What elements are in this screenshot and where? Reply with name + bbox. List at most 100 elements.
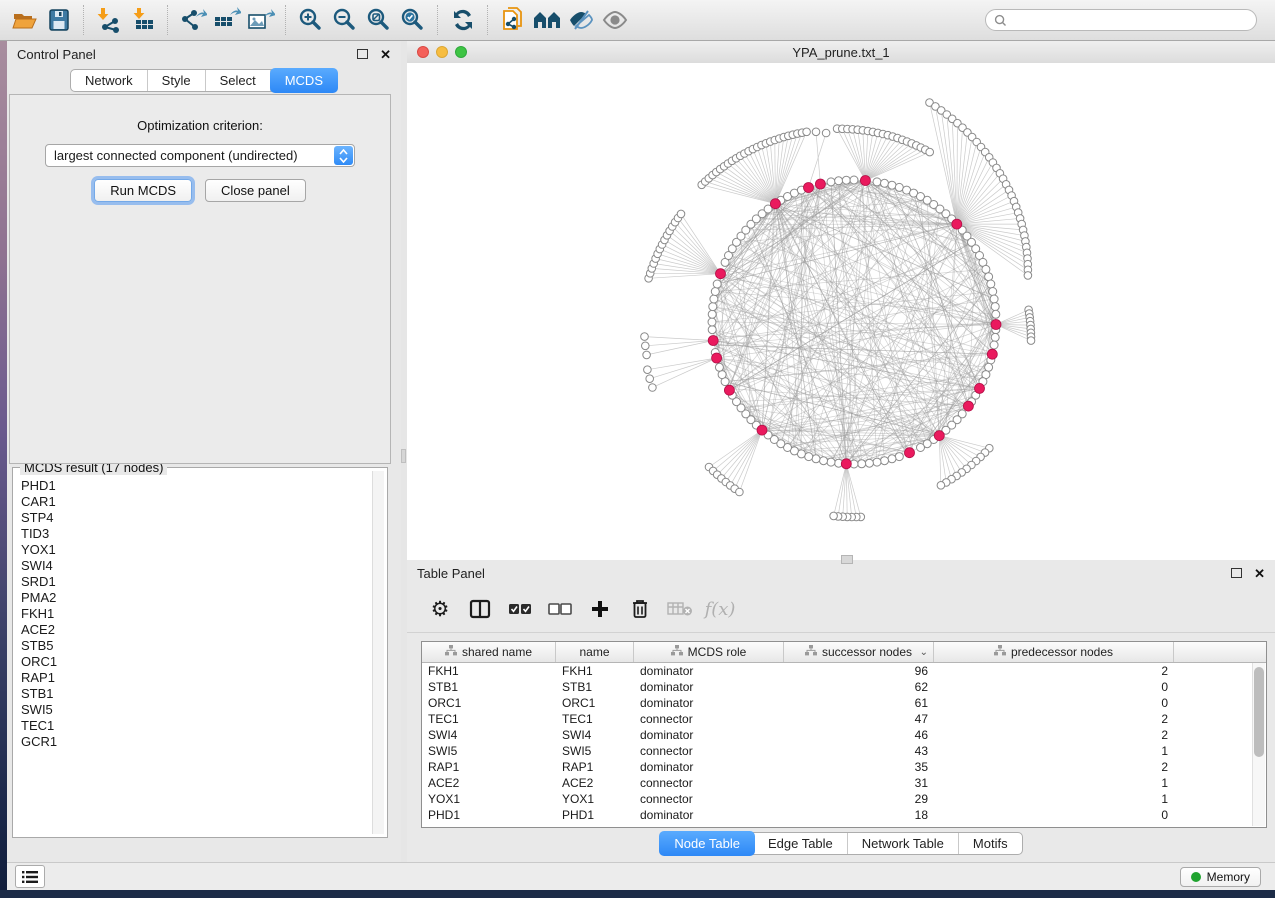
graph-dominator-node[interactable] [934, 431, 944, 441]
graph-node[interactable] [881, 457, 889, 465]
mcds-result-item[interactable]: STB5 [21, 638, 366, 654]
graph-node[interactable] [991, 333, 999, 341]
cell-successor_nodes[interactable]: 46 [784, 728, 934, 742]
graph-dominator-node[interactable] [724, 385, 734, 395]
graph-node[interactable] [644, 366, 652, 374]
close-panel-button[interactable]: Close panel [205, 179, 306, 202]
cell-name[interactable]: PHD1 [556, 808, 634, 822]
mcds-result-item[interactable]: PMA2 [21, 590, 366, 606]
close-window-icon[interactable] [417, 46, 429, 58]
table-row[interactable]: TEC1TEC1connector472 [422, 711, 1266, 727]
graph-node[interactable] [990, 341, 998, 349]
graph-node[interactable] [646, 375, 654, 383]
cell-successor_nodes[interactable]: 61 [784, 696, 934, 710]
cell-mcds_role[interactable]: dominator [634, 808, 784, 822]
graph-dominator-node[interactable] [987, 349, 997, 359]
graph-node[interactable] [708, 310, 716, 318]
cell-shared_name[interactable]: STB1 [422, 680, 556, 694]
export-network-icon[interactable] [176, 4, 210, 36]
column-header-name[interactable]: name [556, 642, 634, 662]
table-row[interactable]: ORC1ORC1dominator610 [422, 695, 1266, 711]
import-table-icon[interactable] [126, 4, 160, 36]
cell-shared_name[interactable]: RAP1 [422, 760, 556, 774]
mcds-result-item[interactable]: YOX1 [21, 542, 366, 558]
cell-name[interactable]: STB1 [556, 680, 634, 694]
tab-node-table[interactable]: Node Table [659, 831, 755, 856]
mcds-result-list[interactable]: PHD1CAR1STP4TID3YOX1SWI4SRD1PMA2FKH1ACE2… [17, 476, 370, 833]
graph-dominator-node[interactable] [757, 425, 767, 435]
graph-dominator-node[interactable] [991, 320, 1001, 330]
select-all-icon[interactable] [505, 594, 535, 624]
cell-mcds_role[interactable]: connector [634, 792, 784, 806]
mcds-result-item[interactable]: SWI4 [21, 558, 366, 574]
mcds-result-item[interactable]: FKH1 [21, 606, 366, 622]
table-scrollbar[interactable] [1252, 663, 1265, 826]
cell-name[interactable]: ACE2 [556, 776, 634, 790]
tab-mcds[interactable]: MCDS [270, 68, 338, 93]
cell-shared_name[interactable]: YOX1 [422, 792, 556, 806]
graph-dominator-node[interactable] [841, 459, 851, 469]
cell-shared_name[interactable]: SWI5 [422, 744, 556, 758]
column-header-successor-nodes[interactable]: successor nodes⌄ [784, 642, 934, 662]
float-panel-icon[interactable] [1231, 568, 1242, 578]
table-row[interactable]: SWI4SWI4dominator462 [422, 727, 1266, 743]
graph-node[interactable] [641, 333, 649, 341]
close-panel-icon[interactable]: ✕ [1254, 567, 1265, 580]
export-table-icon[interactable] [210, 4, 244, 36]
table-row[interactable]: PHD1PHD1dominator180 [422, 807, 1266, 823]
cell-successor_nodes[interactable]: 29 [784, 792, 934, 806]
cell-name[interactable]: YOX1 [556, 792, 634, 806]
graph-node[interactable] [649, 384, 657, 392]
table-row[interactable]: SWI5SWI5connector431 [422, 743, 1266, 759]
graph-node[interactable] [1024, 272, 1032, 280]
cell-predecessor_nodes[interactable]: 2 [934, 664, 1174, 678]
column-header-MCDS-role[interactable]: MCDS role [634, 642, 784, 662]
cell-name[interactable]: SWI5 [556, 744, 634, 758]
mcds-result-item[interactable]: GCR1 [21, 734, 366, 750]
cell-predecessor_nodes[interactable]: 2 [934, 760, 1174, 774]
mcds-result-item[interactable]: STP4 [21, 510, 366, 526]
table-scrollbar-thumb[interactable] [1254, 667, 1264, 757]
graph-node[interactable] [987, 280, 995, 288]
zoom-out-icon[interactable] [328, 4, 362, 36]
save-session-icon[interactable] [42, 4, 76, 36]
graph-node[interactable] [822, 129, 830, 137]
cell-mcds_role[interactable]: connector [634, 744, 784, 758]
graph-node[interactable] [990, 295, 998, 303]
graph-node[interactable] [992, 310, 1000, 318]
cell-shared_name[interactable]: PHD1 [422, 808, 556, 822]
cell-mcds_role[interactable]: connector [634, 776, 784, 790]
cell-shared_name[interactable]: SWI4 [422, 728, 556, 742]
graph-dominator-node[interactable] [712, 353, 722, 363]
graph-node[interactable] [830, 512, 838, 520]
graph-node[interactable] [803, 128, 811, 136]
graph-node[interactable] [873, 178, 881, 186]
graph-dominator-node[interactable] [716, 269, 726, 279]
cell-name[interactable]: ORC1 [556, 696, 634, 710]
cell-mcds_role[interactable]: connector [634, 712, 784, 726]
zoom-fit-icon[interactable] [362, 4, 396, 36]
graph-node[interactable] [858, 460, 866, 468]
close-panel-icon[interactable]: ✕ [380, 48, 391, 61]
delete-column-icon[interactable] [625, 594, 655, 624]
zoom-in-icon[interactable] [294, 4, 328, 36]
tab-select[interactable]: Select [206, 70, 271, 91]
column-header-predecessor-nodes[interactable]: predecessor nodes [934, 642, 1174, 662]
graph-dominator-node[interactable] [815, 179, 825, 189]
graph-node[interactable] [812, 128, 820, 136]
graph-node[interactable] [643, 351, 651, 359]
graph-node[interactable] [715, 363, 723, 371]
mcds-result-item[interactable]: CAR1 [21, 494, 366, 510]
graph-dominator-node[interactable] [952, 219, 962, 229]
mcds-result-item[interactable]: SRD1 [21, 574, 366, 590]
cell-successor_nodes[interactable]: 31 [784, 776, 934, 790]
graph-node[interactable] [873, 458, 881, 466]
graph-node[interactable] [881, 179, 889, 187]
table-row[interactable]: RAP1RAP1dominator352 [422, 759, 1266, 775]
graph-node[interactable] [713, 280, 721, 288]
cell-mcds_role[interactable]: dominator [634, 664, 784, 678]
cell-successor_nodes[interactable]: 96 [784, 664, 934, 678]
column-layout-icon[interactable] [465, 594, 495, 624]
graph-dominator-node[interactable] [708, 336, 718, 346]
cell-successor_nodes[interactable]: 43 [784, 744, 934, 758]
